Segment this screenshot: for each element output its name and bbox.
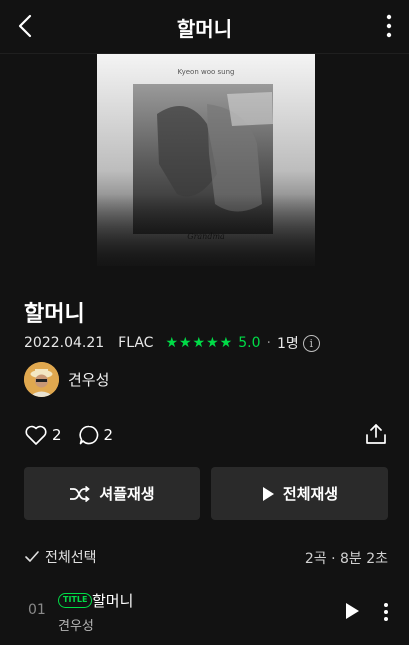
cover-signature-text: Grandma [187, 232, 225, 241]
title-badge: TITLE [58, 593, 93, 608]
comment-count: 2 [103, 426, 114, 444]
audio-format: FLAC [118, 335, 154, 351]
track-summary: 2곡 · 8분 2초 [304, 551, 388, 567]
shuffle-play-button[interactable]: 셔플재생 [24, 467, 200, 520]
artist-name[interactable]: 견우성 [68, 369, 109, 390]
track-number: 01 [28, 602, 46, 618]
avatar[interactable] [24, 361, 59, 397]
shuffle-label: 셔플재생 [99, 485, 155, 503]
meta-separator: · [266, 335, 271, 351]
checkmark-icon [25, 551, 39, 562]
play-all-label: 전체재생 [282, 485, 339, 503]
play-icon [262, 486, 274, 501]
release-date: 2022.04.21 [24, 335, 105, 351]
artist-link[interactable]: 견우성 [24, 361, 109, 397]
rating-count: 1명 [276, 336, 299, 352]
cover-artist-text: Kyeon woo sung [177, 68, 235, 76]
album-meta: 2022.04.21 FLAC ★★★★★ 5.0 · 1명 i [24, 333, 320, 353]
shuffle-icon [70, 485, 91, 502]
info-icon[interactable]: i [302, 334, 320, 352]
track-row[interactable]: 01 TITLE 할머니 견우성 [0, 586, 409, 636]
top-bar: 할머니 [0, 0, 409, 54]
play-all-button[interactable]: 전체재생 [211, 467, 388, 520]
track-artist[interactable]: 견우성 [58, 615, 94, 634]
track-play-icon[interactable] [344, 602, 360, 620]
track-selection-bar: 전체선택 2곡 · 8분 2초 [24, 546, 388, 568]
kebab-menu-icon[interactable] [383, 12, 395, 40]
share-icon[interactable] [365, 422, 387, 446]
comment-icon[interactable] [78, 424, 100, 446]
select-all-label: 전체선택 [45, 550, 97, 566]
track-title[interactable]: 할머니 [92, 590, 133, 611]
rating-score: 5.0 [238, 335, 261, 351]
page-title: 할머니 [176, 17, 233, 41]
track-more-icon[interactable] [381, 601, 391, 623]
album-title: 할머니 [24, 302, 85, 327]
heart-icon[interactable] [24, 424, 48, 446]
select-all-toggle[interactable]: 전체선택 [24, 547, 97, 567]
album-cover[interactable]: Kyeon woo sung Grandma [97, 54, 315, 266]
star-rating-icon[interactable]: ★★★★★ [165, 335, 233, 351]
social-actions: 2 2 [24, 422, 129, 448]
like-count: 2 [52, 426, 62, 444]
